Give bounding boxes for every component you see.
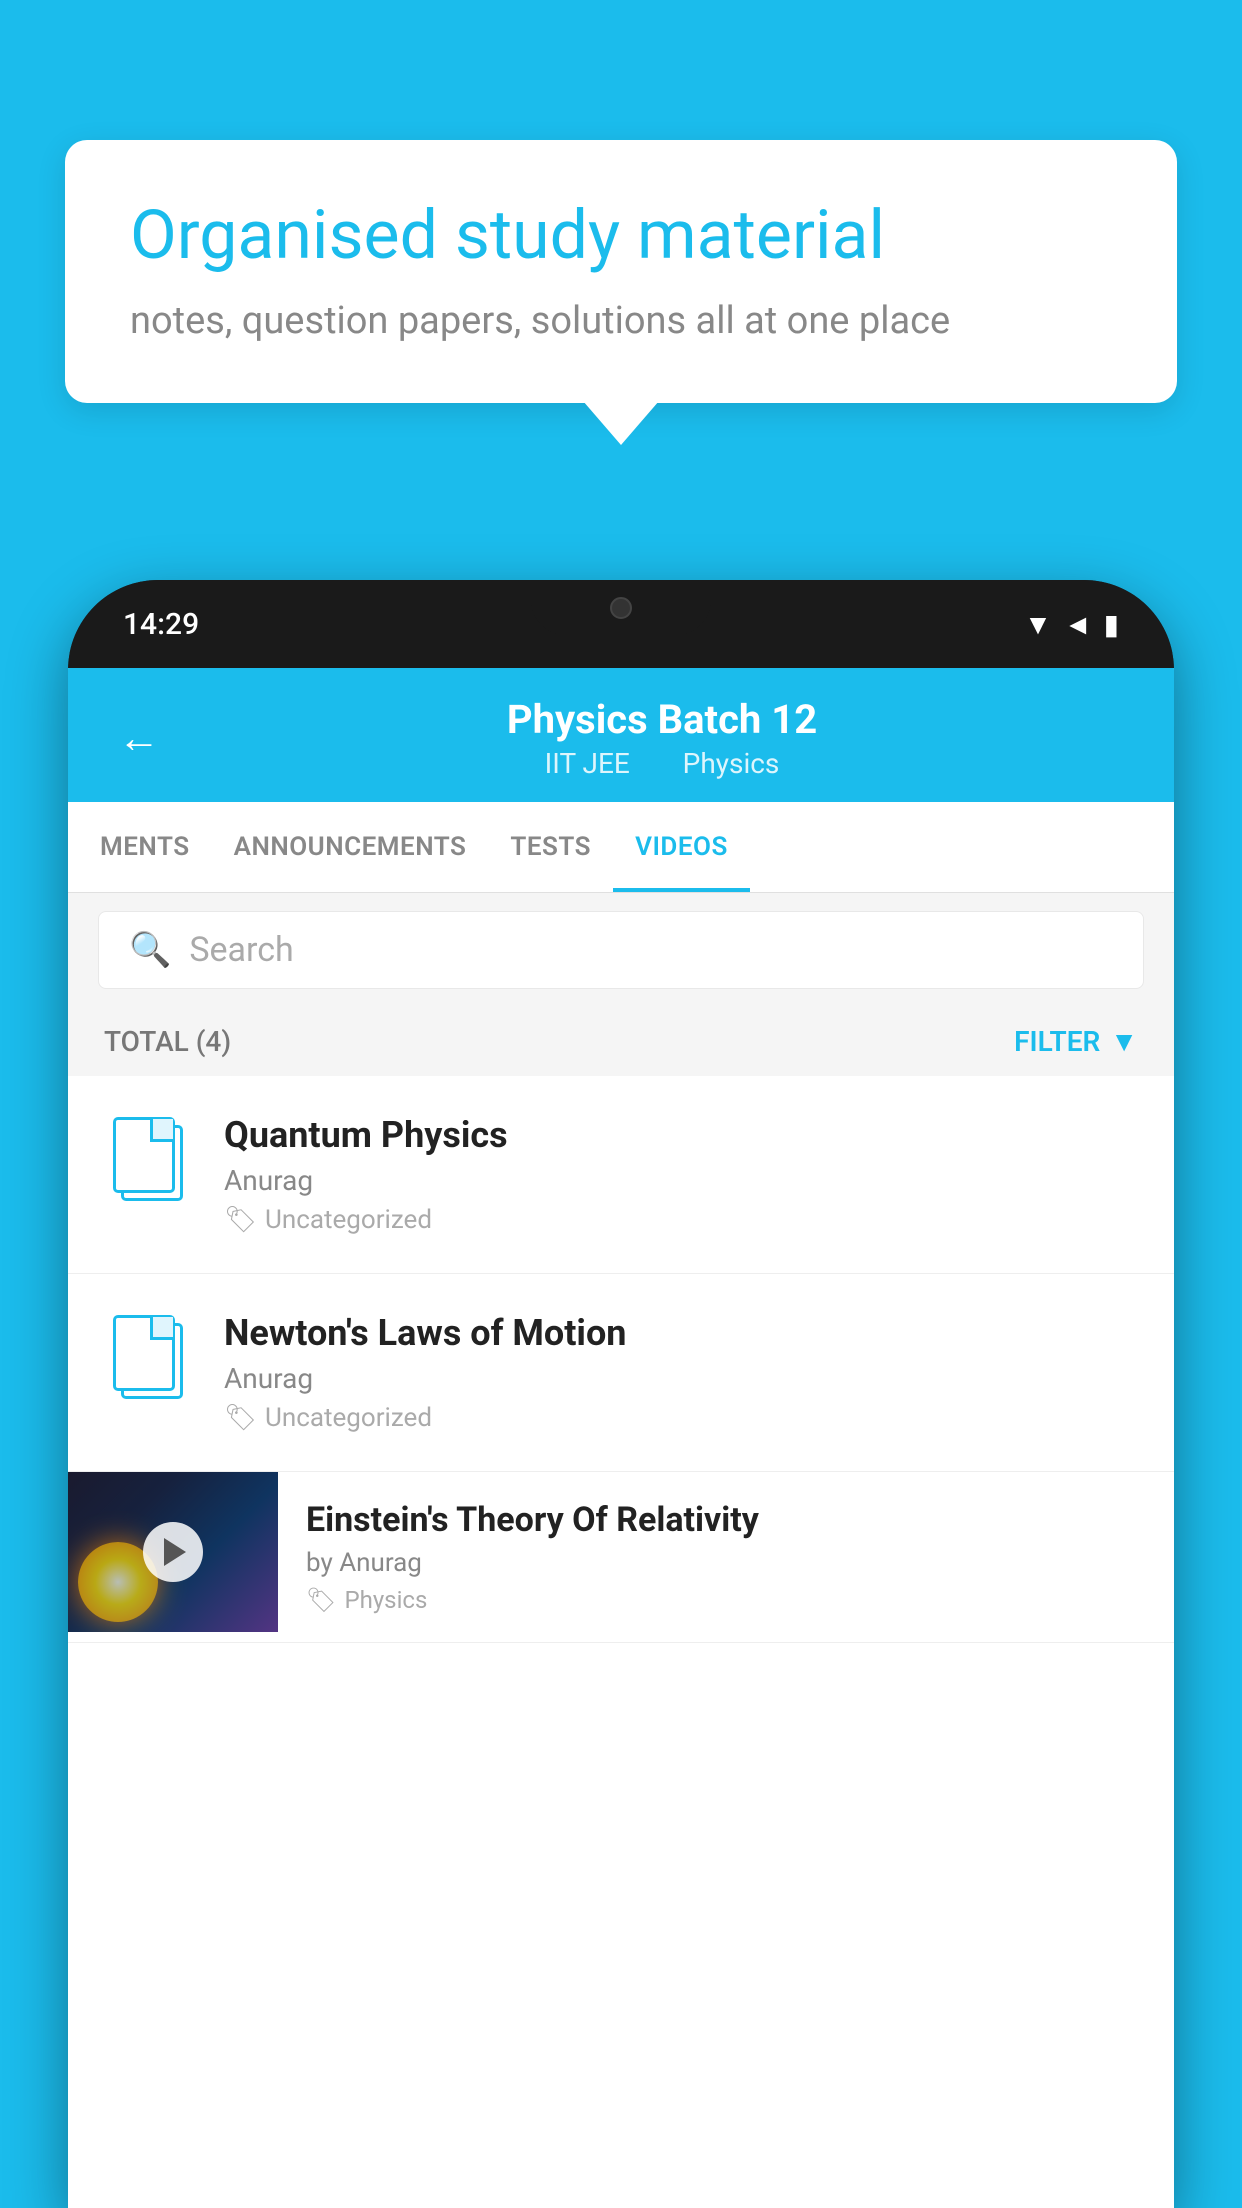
list-item-video[interactable]: Einstein's Theory Of Relativity by Anura… xyxy=(68,1472,1174,1643)
total-count: TOTAL (4) xyxy=(104,1025,231,1058)
tag-icon: 🏷 xyxy=(224,1403,257,1433)
tabs-bar: MENTS ANNOUNCEMENTS TESTS VIDEOS xyxy=(68,802,1174,893)
video-author: by Anurag xyxy=(306,1548,1146,1578)
doc-front xyxy=(113,1117,175,1193)
phone-frame: 14:29 ▼ ◄ ▮ ← Physics Batch 12 IIT JEE P… xyxy=(68,580,1174,2208)
play-button[interactable] xyxy=(143,1522,203,1582)
header-title-block: Physics Batch 12 IIT JEE Physics xyxy=(200,696,1124,780)
search-input-wrap[interactable]: 🔍 Search xyxy=(98,911,1144,989)
tab-videos[interactable]: VIDEOS xyxy=(613,802,750,892)
list-item[interactable]: Quantum Physics Anurag 🏷 Uncategorized xyxy=(68,1076,1174,1274)
tab-ments[interactable]: MENTS xyxy=(78,802,212,892)
status-time: 14:29 xyxy=(123,607,199,642)
status-bar: 14:29 ▼ ◄ ▮ xyxy=(68,580,1174,668)
subtitle-physics: Physics xyxy=(683,747,780,780)
item-tag: 🏷 Uncategorized xyxy=(224,1205,1138,1235)
document-icon xyxy=(113,1117,185,1201)
item-tag: 🏷 Uncategorized xyxy=(224,1403,1138,1433)
filter-button[interactable]: FILTER ▼ xyxy=(1014,1025,1138,1058)
video-tag: 🏷 Physics xyxy=(306,1586,1146,1614)
batch-subtitle: IIT JEE Physics xyxy=(200,747,1124,780)
filter-label: FILTER xyxy=(1014,1025,1100,1058)
item-info: Newton's Laws of Motion Anurag 🏷 Uncateg… xyxy=(224,1312,1138,1433)
item-author: Anurag xyxy=(224,1164,1138,1197)
doc-front xyxy=(113,1315,175,1391)
subtitle-sep xyxy=(653,747,667,780)
bubble-subtext: notes, question papers, solutions all at… xyxy=(130,299,1112,343)
item-info: Quantum Physics Anurag 🏷 Uncategorized xyxy=(224,1114,1138,1235)
tag-text: Uncategorized xyxy=(265,1205,432,1235)
tag-icon: 🏷 xyxy=(224,1205,257,1235)
search-bar-container: 🔍 Search xyxy=(68,893,1174,1007)
notch xyxy=(531,580,711,635)
app-header: ← Physics Batch 12 IIT JEE Physics xyxy=(68,668,1174,802)
battery-icon: ▮ xyxy=(1104,608,1119,641)
batch-title: Physics Batch 12 xyxy=(200,696,1124,743)
content-list: Quantum Physics Anurag 🏷 Uncategorized xyxy=(68,1076,1174,1643)
video-title: Einstein's Theory Of Relativity xyxy=(306,1500,1146,1540)
search-icon: 🔍 xyxy=(129,930,171,970)
filter-icon: ▼ xyxy=(1110,1025,1138,1058)
video-thumbnail xyxy=(68,1472,278,1632)
item-title: Quantum Physics xyxy=(224,1114,1138,1156)
item-author: Anurag xyxy=(224,1362,1138,1395)
app-screen: ← Physics Batch 12 IIT JEE Physics MENTS… xyxy=(68,668,1174,2208)
item-icon-wrap xyxy=(104,1312,194,1402)
document-icon xyxy=(113,1315,185,1399)
item-icon-wrap xyxy=(104,1114,194,1204)
video-info: Einstein's Theory Of Relativity by Anura… xyxy=(278,1472,1174,1642)
search-placeholder: Search xyxy=(189,930,293,970)
tab-tests[interactable]: TESTS xyxy=(488,802,613,892)
status-icons: ▼ ◄ ▮ xyxy=(1024,608,1119,641)
item-title: Newton's Laws of Motion xyxy=(224,1312,1138,1354)
bubble-headline: Organised study material xyxy=(130,195,1112,277)
speech-bubble: Organised study material notes, question… xyxy=(65,140,1177,403)
back-button[interactable]: ← xyxy=(118,714,160,763)
signal-icon: ◄ xyxy=(1064,608,1092,641)
tab-announcements[interactable]: ANNOUNCEMENTS xyxy=(212,802,489,892)
tag-text: Uncategorized xyxy=(265,1403,432,1433)
camera xyxy=(610,597,632,619)
tag-text: Physics xyxy=(344,1586,427,1614)
list-item[interactable]: Newton's Laws of Motion Anurag 🏷 Uncateg… xyxy=(68,1274,1174,1472)
subtitle-iit: IIT JEE xyxy=(545,747,630,780)
wifi-icon: ▼ xyxy=(1024,608,1052,641)
tag-icon: 🏷 xyxy=(306,1586,336,1614)
filter-row: TOTAL (4) FILTER ▼ xyxy=(68,1007,1174,1076)
